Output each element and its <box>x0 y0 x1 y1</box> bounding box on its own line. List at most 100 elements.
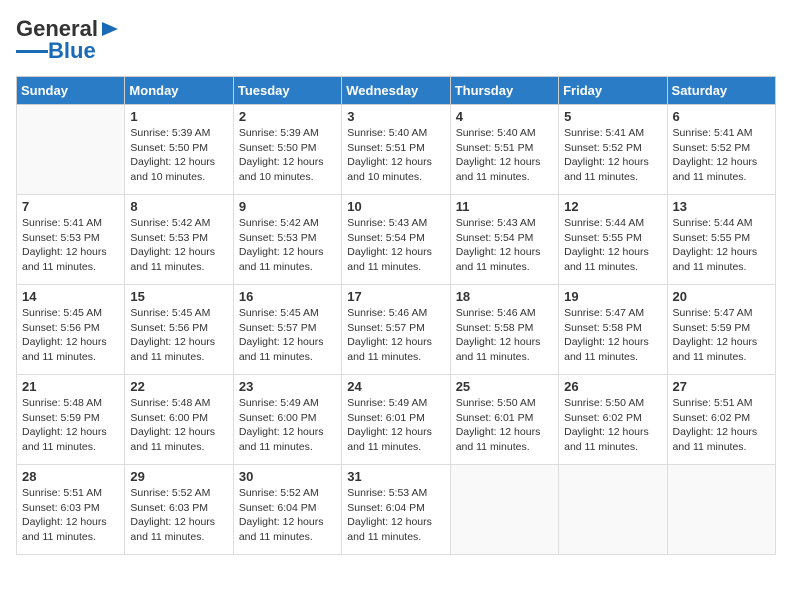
cell-date-number: 19 <box>564 289 661 304</box>
cell-info: Sunrise: 5:43 AMSunset: 5:54 PMDaylight:… <box>347 216 444 275</box>
calendar-cell: 9 Sunrise: 5:42 AMSunset: 5:53 PMDaylight… <box>233 195 341 285</box>
cell-date-number: 4 <box>456 109 553 124</box>
cell-date-number: 31 <box>347 469 444 484</box>
cell-date-number: 13 <box>673 199 770 214</box>
cell-date-number: 21 <box>22 379 119 394</box>
week-row-4: 28 Sunrise: 5:51 AMSunset: 6:03 PMDayligh… <box>17 465 776 555</box>
calendar-cell: 31 Sunrise: 5:53 AMSunset: 6:04 PMDayligh… <box>342 465 450 555</box>
calendar-cell: 2 Sunrise: 5:39 AMSunset: 5:50 PMDaylight… <box>233 105 341 195</box>
cell-date-number: 5 <box>564 109 661 124</box>
header-thursday: Thursday <box>450 77 558 105</box>
calendar-cell: 23 Sunrise: 5:49 AMSunset: 6:00 PMDayligh… <box>233 375 341 465</box>
cell-info: Sunrise: 5:49 AMSunset: 6:00 PMDaylight:… <box>239 396 336 455</box>
header-sunday: Sunday <box>17 77 125 105</box>
calendar-cell: 20 Sunrise: 5:47 AMSunset: 5:59 PMDayligh… <box>667 285 775 375</box>
cell-date-number: 22 <box>130 379 227 394</box>
calendar-cell: 13 Sunrise: 5:44 AMSunset: 5:55 PMDayligh… <box>667 195 775 285</box>
cell-date-number: 3 <box>347 109 444 124</box>
cell-info: Sunrise: 5:50 AMSunset: 6:02 PMDaylight:… <box>564 396 661 455</box>
cell-info: Sunrise: 5:46 AMSunset: 5:58 PMDaylight:… <box>456 306 553 365</box>
cell-info: Sunrise: 5:41 AMSunset: 5:53 PMDaylight:… <box>22 216 119 275</box>
cell-info: Sunrise: 5:41 AMSunset: 5:52 PMDaylight:… <box>673 126 770 185</box>
cell-info: Sunrise: 5:43 AMSunset: 5:54 PMDaylight:… <box>456 216 553 275</box>
calendar-cell: 22 Sunrise: 5:48 AMSunset: 6:00 PMDayligh… <box>125 375 233 465</box>
cell-info: Sunrise: 5:42 AMSunset: 5:53 PMDaylight:… <box>130 216 227 275</box>
cell-date-number: 10 <box>347 199 444 214</box>
cell-info: Sunrise: 5:44 AMSunset: 5:55 PMDaylight:… <box>564 216 661 275</box>
cell-info: Sunrise: 5:51 AMSunset: 6:03 PMDaylight:… <box>22 486 119 545</box>
cell-info: Sunrise: 5:52 AMSunset: 6:03 PMDaylight:… <box>130 486 227 545</box>
calendar-cell: 14Sunrise: 5:45 AMSunset: 5:56 PMDayligh… <box>17 285 125 375</box>
logo-blue: Blue <box>48 38 96 64</box>
calendar-cell: 10 Sunrise: 5:43 AMSunset: 5:54 PMDayligh… <box>342 195 450 285</box>
cell-date-number: 27 <box>673 379 770 394</box>
cell-info: Sunrise: 5:53 AMSunset: 6:04 PMDaylight:… <box>347 486 444 545</box>
calendar-cell: 7 Sunrise: 5:41 AMSunset: 5:53 PMDaylight… <box>17 195 125 285</box>
cell-date-number: 25 <box>456 379 553 394</box>
cell-date-number: 28 <box>22 469 119 484</box>
calendar-cell: 5Sunrise: 5:41 AMSunset: 5:52 PMDaylight… <box>559 105 667 195</box>
cell-date-number: 26 <box>564 379 661 394</box>
page-header: General Blue <box>16 16 776 64</box>
cell-info: Sunrise: 5:45 AMSunset: 5:57 PMDaylight:… <box>239 306 336 365</box>
cell-date-number: 17 <box>347 289 444 304</box>
calendar-cell: 12 Sunrise: 5:44 AMSunset: 5:55 PMDayligh… <box>559 195 667 285</box>
calendar-cell: 27 Sunrise: 5:51 AMSunset: 6:02 PMDayligh… <box>667 375 775 465</box>
calendar-cell: 1Sunrise: 5:39 AMSunset: 5:50 PMDaylight… <box>125 105 233 195</box>
calendar-cell: 6 Sunrise: 5:41 AMSunset: 5:52 PMDaylight… <box>667 105 775 195</box>
week-row-3: 21 Sunrise: 5:48 AMSunset: 5:59 PMDayligh… <box>17 375 776 465</box>
cell-info: Sunrise: 5:49 AMSunset: 6:01 PMDaylight:… <box>347 396 444 455</box>
cell-date-number: 20 <box>673 289 770 304</box>
calendar-cell <box>17 105 125 195</box>
calendar-cell: 21 Sunrise: 5:48 AMSunset: 5:59 PMDayligh… <box>17 375 125 465</box>
cell-date-number: 24 <box>347 379 444 394</box>
cell-date-number: 30 <box>239 469 336 484</box>
week-row-0: 1Sunrise: 5:39 AMSunset: 5:50 PMDaylight… <box>17 105 776 195</box>
calendar-cell <box>450 465 558 555</box>
cell-info: Sunrise: 5:48 AMSunset: 5:59 PMDaylight:… <box>22 396 119 455</box>
calendar-cell: 15Sunrise: 5:45 AMSunset: 5:56 PMDayligh… <box>125 285 233 375</box>
cell-date-number: 9 <box>239 199 336 214</box>
calendar-cell: 18 Sunrise: 5:46 AMSunset: 5:58 PMDayligh… <box>450 285 558 375</box>
calendar-cell: 24 Sunrise: 5:49 AMSunset: 6:01 PMDayligh… <box>342 375 450 465</box>
cell-date-number: 2 <box>239 109 336 124</box>
cell-info: Sunrise: 5:45 AMSunset: 5:56 PMDaylight:… <box>22 306 119 365</box>
calendar-cell: 29 Sunrise: 5:52 AMSunset: 6:03 PMDayligh… <box>125 465 233 555</box>
cell-date-number: 6 <box>673 109 770 124</box>
cell-info: Sunrise: 5:52 AMSunset: 6:04 PMDaylight:… <box>239 486 336 545</box>
calendar-cell: 16 Sunrise: 5:45 AMSunset: 5:57 PMDayligh… <box>233 285 341 375</box>
cell-date-number: 12 <box>564 199 661 214</box>
cell-info: Sunrise: 5:46 AMSunset: 5:57 PMDaylight:… <box>347 306 444 365</box>
cell-date-number: 23 <box>239 379 336 394</box>
header-tuesday: Tuesday <box>233 77 341 105</box>
header-wednesday: Wednesday <box>342 77 450 105</box>
calendar-cell: 3Sunrise: 5:40 AMSunset: 5:51 PMDaylight… <box>342 105 450 195</box>
cell-date-number: 18 <box>456 289 553 304</box>
calendar-cell: 4Sunrise: 5:40 AMSunset: 5:51 PMDaylight… <box>450 105 558 195</box>
cell-date-number: 11 <box>456 199 553 214</box>
cell-info: Sunrise: 5:48 AMSunset: 6:00 PMDaylight:… <box>130 396 227 455</box>
cell-date-number: 7 <box>22 199 119 214</box>
calendar-cell: 19Sunrise: 5:47 AMSunset: 5:58 PMDayligh… <box>559 285 667 375</box>
cell-info: Sunrise: 5:44 AMSunset: 5:55 PMDaylight:… <box>673 216 770 275</box>
logo: General Blue <box>16 16 122 64</box>
cell-info: Sunrise: 5:51 AMSunset: 6:02 PMDaylight:… <box>673 396 770 455</box>
weekday-header-row: Sunday Monday Tuesday Wednesday Thursday… <box>17 77 776 105</box>
header-friday: Friday <box>559 77 667 105</box>
cell-info: Sunrise: 5:42 AMSunset: 5:53 PMDaylight:… <box>239 216 336 275</box>
logo-arrow-icon <box>100 18 122 40</box>
calendar-cell <box>667 465 775 555</box>
cell-info: Sunrise: 5:47 AMSunset: 5:59 PMDaylight:… <box>673 306 770 365</box>
calendar-cell: 26 Sunrise: 5:50 AMSunset: 6:02 PMDayligh… <box>559 375 667 465</box>
calendar-cell <box>559 465 667 555</box>
calendar-cell: 30 Sunrise: 5:52 AMSunset: 6:04 PMDayligh… <box>233 465 341 555</box>
calendar-cell: 28 Sunrise: 5:51 AMSunset: 6:03 PMDayligh… <box>17 465 125 555</box>
calendar-cell: 25Sunrise: 5:50 AMSunset: 6:01 PMDayligh… <box>450 375 558 465</box>
cell-date-number: 16 <box>239 289 336 304</box>
cell-date-number: 29 <box>130 469 227 484</box>
cell-info: Sunrise: 5:39 AMSunset: 5:50 PMDaylight:… <box>239 126 336 185</box>
header-saturday: Saturday <box>667 77 775 105</box>
calendar-cell: 17 Sunrise: 5:46 AMSunset: 5:57 PMDayligh… <box>342 285 450 375</box>
header-monday: Monday <box>125 77 233 105</box>
week-row-2: 14Sunrise: 5:45 AMSunset: 5:56 PMDayligh… <box>17 285 776 375</box>
